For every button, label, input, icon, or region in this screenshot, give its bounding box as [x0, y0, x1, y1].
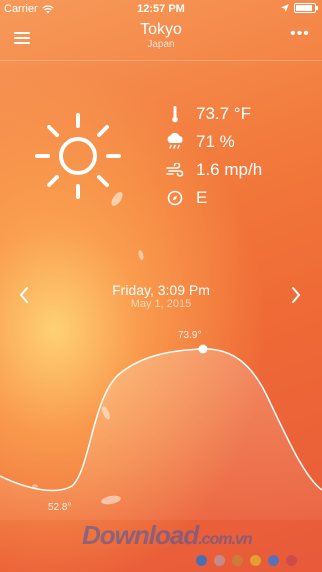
watermark-dot: [250, 555, 261, 566]
leaf-shape: [111, 192, 123, 206]
watermark-dot: [214, 555, 225, 566]
max-temp-label: 73.9°: [178, 330, 202, 341]
graph-area: [0, 348, 322, 520]
watermark-dot: [286, 555, 297, 566]
watermark-dot: [232, 555, 243, 566]
max-point-marker: [198, 344, 208, 354]
watermark-domain: .com.vn: [198, 531, 252, 548]
watermark-text: Download: [82, 520, 199, 550]
date-label: May 1, 2015: [130, 298, 192, 310]
watermark-dot: [268, 555, 279, 566]
watermark-dots: [196, 555, 297, 566]
min-temp-label: 52.8°: [48, 502, 72, 513]
date-navigator: Friday, 3:09 Pm May 1, 2015: [0, 279, 322, 315]
temperature-graph: [0, 344, 322, 520]
leaf-shape: [138, 250, 144, 260]
watermark-dot: [196, 555, 207, 566]
next-day-button[interactable]: [288, 285, 304, 305]
watermark-logo: Download.com.vn: [82, 520, 253, 551]
date-time-label: Friday, 3:09 Pm: [112, 282, 210, 298]
